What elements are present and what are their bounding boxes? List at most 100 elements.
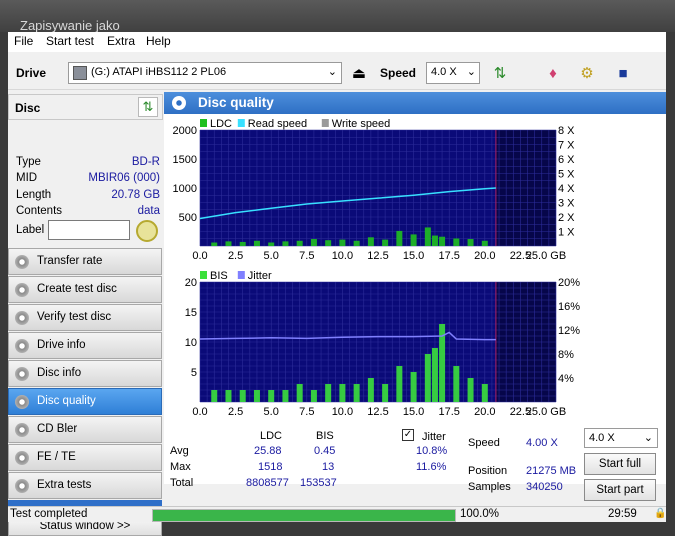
menu-start-test[interactable]: Start test <box>46 34 94 48</box>
jitter-checkbox[interactable]: ✓ <box>402 429 414 441</box>
disc-header-title: Disc <box>15 101 41 115</box>
legend-swatch <box>237 271 245 279</box>
avg-ldc: 25.88 <box>254 445 282 457</box>
ldc-chart: LDC Read speed Write speed 2000 1500 1000 500 8… <box>173 118 576 262</box>
sidebar: Disc ⇅ Type BD-R MID MBIR06 (000) Length… <box>8 90 164 536</box>
nav-create-test-disc[interactable]: Create test disc <box>8 276 162 303</box>
y-tick-right: 7 X <box>558 140 575 152</box>
y-tick-right: 6 X <box>558 154 575 166</box>
y-tick-right: 3 X <box>558 198 575 210</box>
ldc-bar <box>431 235 438 246</box>
disc-label-input[interactable] <box>48 220 130 240</box>
nav-disc-info[interactable]: Disc info <box>8 360 162 387</box>
disc-mid-key: MID <box>16 172 38 184</box>
disc-label-button[interactable] <box>136 220 158 242</box>
progress-bar <box>152 509 456 522</box>
x-tick: 7.5 <box>299 250 314 262</box>
position-value: 21275 MB <box>526 465 577 477</box>
nav-transfer-rate[interactable]: Transfer rate <box>8 248 162 275</box>
progress-percent: 100.0% <box>460 508 500 520</box>
eject-button[interactable]: ⏏ <box>346 60 372 86</box>
menu-extra[interactable]: Extra <box>107 34 135 48</box>
y-tick-right: 1 X <box>558 227 575 239</box>
bis-bar <box>325 384 332 402</box>
start-full-button[interactable]: Start full <box>584 453 656 475</box>
bis-bar <box>481 384 488 402</box>
elapsed-time: 29:59 <box>608 508 637 520</box>
max-ldc: 1518 <box>258 461 283 473</box>
position-label: Position <box>468 465 508 477</box>
save-button[interactable]: ■ <box>610 60 636 86</box>
eraser-icon: ♦ <box>549 64 557 82</box>
speed-select-value: 4.0 X <box>431 66 457 78</box>
nav-label: Disc quality <box>37 395 96 407</box>
x-tick: 25.0 GB <box>526 406 566 418</box>
y-tick-right: 4% <box>558 373 574 385</box>
x-tick: 2.5 <box>228 406 243 418</box>
ldc-bar <box>239 241 246 246</box>
ldc-bar <box>453 238 460 246</box>
speed-select[interactable]: 4.0 X ⌄ <box>426 62 480 84</box>
start-part-button[interactable]: Start part <box>584 479 656 501</box>
bis-bar <box>467 378 474 402</box>
total-label: Total <box>170 477 194 489</box>
legend-swatch <box>200 271 207 279</box>
nav-label: Create test disc <box>37 283 117 295</box>
chevron-down-icon: ⌄ <box>466 66 476 78</box>
menu-help[interactable]: Help <box>146 34 171 48</box>
y-tick-right: 4 X <box>558 183 575 195</box>
nav-drive-info[interactable]: Drive info <box>8 332 162 359</box>
nav-disc-quality[interactable]: Disc quality <box>8 388 162 415</box>
x-tick: 25.0 GB <box>526 250 566 262</box>
samples-label: Samples <box>468 481 511 493</box>
max-label: Max <box>170 461 191 473</box>
erase-button[interactable]: ♦ <box>540 60 566 86</box>
nav-cd-bler[interactable]: CD Bler <box>8 416 162 443</box>
speed-label: Speed <box>380 66 417 80</box>
disc-length-row: Length 20.78 GB <box>16 189 160 205</box>
x-tick: 5.0 <box>264 406 279 418</box>
test-speed-select[interactable]: 4.0 X ⌄ <box>584 428 658 448</box>
x-tick: 10.0 <box>332 250 353 262</box>
y-tick-left: 10 <box>185 337 197 349</box>
avg-label: Avg <box>170 445 189 457</box>
refresh-disc-button[interactable]: ⇅ <box>138 97 158 117</box>
bis-bar <box>367 378 374 402</box>
disc-icon <box>15 479 29 493</box>
ldc-bar <box>481 240 488 246</box>
bis-bar <box>431 348 438 402</box>
floppy-disk-icon: ■ <box>618 64 628 82</box>
x-tick: 20.0 <box>474 250 495 262</box>
ldc-bar <box>268 242 275 246</box>
nav-extra-tests[interactable]: Extra tests <box>8 472 162 499</box>
drive-label: Drive <box>16 66 47 80</box>
legend-label: Write speed <box>332 118 391 130</box>
disc-icon <box>15 451 29 465</box>
eject-icon: ⏏ <box>351 65 367 82</box>
menu-file[interactable]: File <box>14 34 33 48</box>
x-tick: 7.5 <box>299 406 314 418</box>
settings-button[interactable]: ⚙ <box>574 60 600 86</box>
speed-stat-label: Speed <box>468 437 500 449</box>
disc-info-header: Disc ⇅ <box>8 94 163 120</box>
legend-swatch <box>237 119 245 127</box>
refresh-speed-button[interactable]: ⇅ <box>487 60 513 86</box>
disc-mid-value: MBIR06 (000) <box>88 172 160 184</box>
ldc-bar <box>225 241 232 246</box>
legend-swatch <box>321 119 329 127</box>
bis-bar <box>268 390 275 402</box>
ldc-bar <box>253 240 260 246</box>
ldc-bar <box>467 239 474 246</box>
gears-icon: ⚙ <box>580 65 594 82</box>
bis-bar <box>239 390 246 402</box>
x-tick: 15.0 <box>403 406 424 418</box>
nav-fe-te[interactable]: FE / TE <box>8 444 162 471</box>
x-tick: 20.0 <box>474 406 495 418</box>
drive-select[interactable]: (G:) ATAPI iHBS112 2 PL06 ⌄ <box>68 62 342 84</box>
x-tick: 5.0 <box>264 250 279 262</box>
disc-icon <box>172 96 186 110</box>
jitter-label: Jitter <box>422 431 446 443</box>
ldc-bar <box>353 240 360 246</box>
nav-verify-test-disc[interactable]: Verify test disc <box>8 304 162 331</box>
disc-icon <box>15 367 29 381</box>
